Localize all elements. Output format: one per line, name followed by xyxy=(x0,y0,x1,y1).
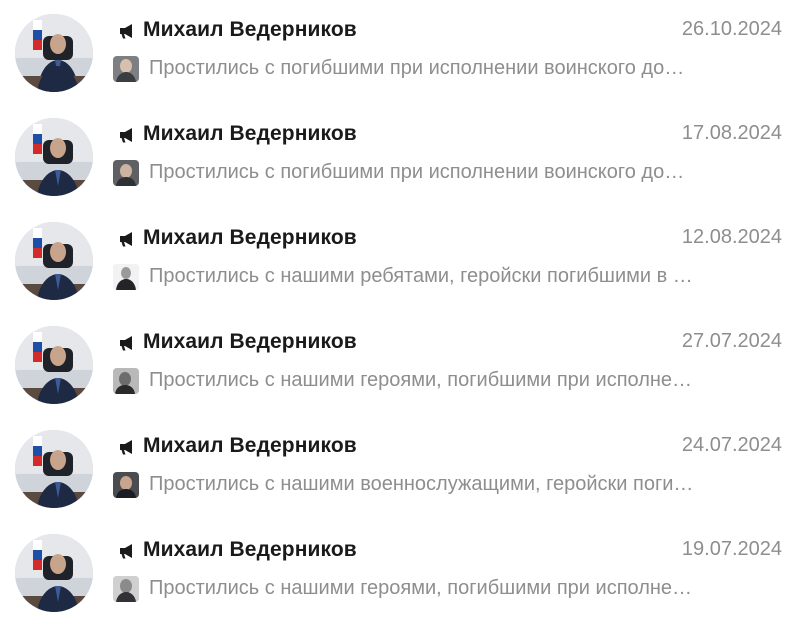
channel-avatar xyxy=(15,118,93,196)
chat-preview: Простились с нашими героями, погибшими п… xyxy=(149,369,693,391)
chat-preview: Простились с погибшими при исполнении во… xyxy=(149,161,685,183)
person-photo-thumbnail-icon xyxy=(113,264,139,290)
channel-avatar xyxy=(15,14,93,92)
chat-date: 26.10.2024 xyxy=(681,18,782,40)
chat-date: 27.07.2024 xyxy=(681,330,782,352)
chat-name: Михаил Ведерников xyxy=(143,434,357,457)
chat-name: Михаил Ведерников xyxy=(143,18,357,41)
chat-name: Михаил Ведерников xyxy=(143,226,357,249)
channel-avatar xyxy=(15,430,93,508)
megaphone-icon xyxy=(118,542,136,560)
chat-date: 12.08.2024 xyxy=(681,226,782,248)
chat-preview: Простились с нашими военнослужащими, гер… xyxy=(149,473,694,495)
megaphone-icon xyxy=(118,438,136,456)
chat-item[interactable]: Михаил Ведерников 27.07.2024 Простились … xyxy=(0,312,800,416)
person-photo-thumbnail-icon xyxy=(113,472,139,498)
chat-item[interactable]: Михаил Ведерников 17.08.2024 Простились … xyxy=(0,104,800,208)
chat-date: 24.07.2024 xyxy=(681,434,782,456)
person-photo-thumbnail-icon xyxy=(113,368,139,394)
person-photo-thumbnail-icon xyxy=(113,56,139,82)
chat-item[interactable]: Михаил Ведерников 12.08.2024 Простились … xyxy=(0,208,800,312)
chat-item[interactable]: Михаил Ведерников 24.07.2024 Простились … xyxy=(0,416,800,520)
chat-date: 17.08.2024 xyxy=(681,122,782,144)
channel-avatar xyxy=(15,534,93,612)
chat-name: Михаил Ведерников xyxy=(143,330,357,353)
megaphone-icon xyxy=(118,230,136,248)
chat-item[interactable]: Михаил Ведерников 26.10.2024 Простились … xyxy=(0,0,800,104)
person-photo-thumbnail-icon xyxy=(113,160,139,186)
person-photo-thumbnail-icon xyxy=(113,576,139,602)
channel-avatar xyxy=(15,222,93,300)
channel-avatar xyxy=(15,326,93,404)
chat-item[interactable]: Михаил Ведерников 19.07.2024 Простились … xyxy=(0,520,800,624)
megaphone-icon xyxy=(118,126,136,144)
chat-preview: Простились с нашими героями, погибшими п… xyxy=(149,577,693,599)
chat-preview: Простились с нашими ребятами, геройски п… xyxy=(149,265,693,287)
megaphone-icon xyxy=(118,22,136,40)
chat-name: Михаил Ведерников xyxy=(143,538,357,561)
megaphone-icon xyxy=(118,334,136,352)
chat-list: Михаил Ведерников 26.10.2024 Простились … xyxy=(0,0,800,629)
chat-date: 19.07.2024 xyxy=(681,538,782,560)
chat-preview: Простились с погибшими при исполнении во… xyxy=(149,57,685,79)
chat-name: Михаил Ведерников xyxy=(143,122,357,145)
